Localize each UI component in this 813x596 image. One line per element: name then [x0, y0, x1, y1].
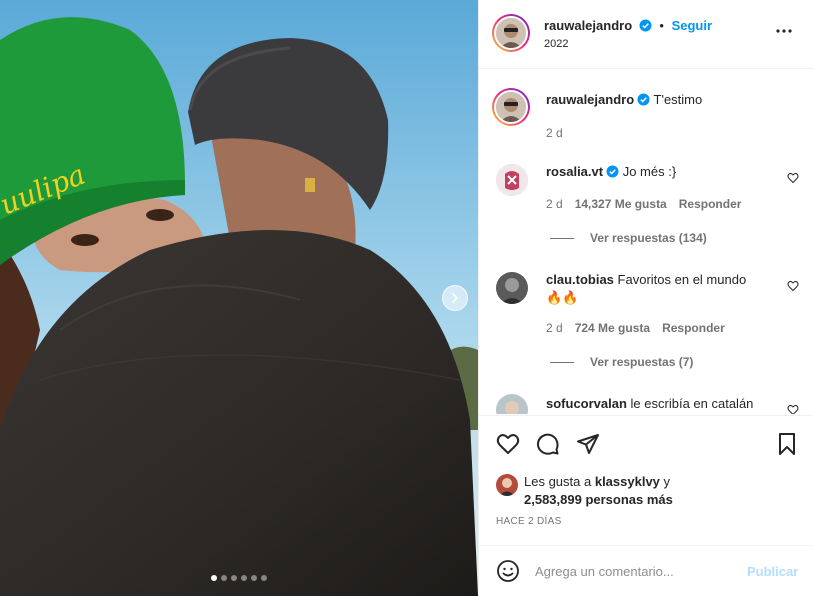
paper-plane-icon — [577, 434, 599, 454]
carousel-dot — [211, 575, 217, 581]
reply-button[interactable]: Responder — [679, 197, 742, 211]
comment-bubble-icon — [536, 433, 559, 455]
caption-author-username[interactable]: rauwalejandro — [546, 92, 634, 107]
view-replies-button[interactable]: Ver respuestas (134) — [550, 231, 707, 245]
commenter-username[interactable]: rosalia.vt — [546, 164, 603, 179]
author-avatar-image — [496, 18, 526, 48]
post-photo: uulipa — [0, 0, 478, 596]
comment-text: Jo més :} — [622, 164, 677, 179]
likes-count[interactable]: 2,583,899 personas más — [524, 492, 673, 507]
post-details-panel: rauwalejandro • Seguir 2022 rauwalejandr… — [478, 0, 813, 596]
liker-avatar-image — [496, 474, 518, 496]
comment-likes[interactable]: 14,327 Me gusta — [575, 197, 667, 211]
comment-item: rosalia.vt Jo més :} 2 d 14,327 Me gusta… — [496, 162, 806, 252]
author-username[interactable]: rauwalejandro — [544, 18, 632, 33]
commenter-avatar-image — [496, 394, 528, 414]
bookmark-icon — [779, 433, 795, 455]
carousel-indicator — [211, 575, 267, 581]
commenter-avatar[interactable] — [496, 394, 528, 414]
comment-time[interactable]: 2 d — [546, 197, 563, 211]
post-header: rauwalejandro • Seguir 2022 — [479, 0, 813, 69]
comment-text: le escribía en catalán — [630, 396, 754, 411]
emoji-smile-icon — [497, 560, 519, 582]
more-options-button[interactable] — [775, 22, 793, 43]
replies-divider — [550, 361, 574, 363]
likes-connector: y — [663, 474, 671, 489]
reply-button[interactable]: Responder — [662, 321, 725, 335]
view-replies-label: Ver respuestas (7) — [590, 355, 694, 369]
likes-summary: Les gusta a klassyklvy y 2,583,899 perso… — [524, 473, 673, 509]
caption-time[interactable]: 2 d — [546, 126, 563, 140]
commenter-avatar[interactable] — [496, 164, 528, 196]
emoji-button[interactable] — [496, 559, 520, 586]
caption-avatar-image — [496, 92, 526, 122]
post-timestamp[interactable]: HACE 2 DÍAS — [496, 516, 562, 527]
caption: rauwalejandro T'estimo 2 d — [492, 88, 806, 148]
comment-input[interactable] — [535, 560, 735, 582]
comment-like-button[interactable] — [787, 404, 799, 414]
commenter-avatar-image — [496, 272, 528, 304]
commenter-username[interactable]: clau.tobias — [546, 272, 614, 287]
commenter-avatar-image — [496, 164, 528, 196]
chevron-right-icon — [452, 293, 459, 303]
view-replies-button[interactable]: Ver respuestas (7) — [550, 355, 693, 369]
replies-divider — [550, 237, 574, 239]
carousel-dot — [241, 575, 247, 581]
publish-button[interactable]: Publicar — [747, 564, 798, 579]
comment-item: sofucorvalan le escribía en catalán — [496, 394, 806, 414]
verified-badge-icon — [606, 165, 619, 183]
post-location[interactable]: 2022 — [544, 38, 568, 50]
carousel-dot — [231, 575, 237, 581]
carousel-next-button[interactable] — [442, 285, 468, 311]
verified-badge-icon — [639, 19, 652, 35]
like-button[interactable] — [496, 432, 520, 459]
liker-username[interactable]: klassyklvy — [595, 474, 660, 489]
verified-badge-icon — [637, 93, 650, 111]
carousel-dot — [251, 575, 257, 581]
caption-author-avatar[interactable] — [492, 88, 530, 126]
commenter-username[interactable]: sofucorvalan — [546, 396, 627, 411]
heart-icon — [787, 404, 799, 414]
commenter-avatar[interactable] — [496, 272, 528, 304]
liker-avatar[interactable] — [496, 474, 518, 496]
comment-like-button[interactable] — [787, 172, 799, 187]
author-avatar[interactable] — [492, 14, 530, 52]
heart-icon — [496, 434, 520, 454]
carousel-dot — [221, 575, 227, 581]
follow-button[interactable]: Seguir — [672, 18, 712, 33]
comment-likes[interactable]: 724 Me gusta — [575, 321, 650, 335]
likes-prefix: Les gusta a — [524, 474, 592, 489]
share-button[interactable] — [576, 432, 600, 459]
carousel-dot — [261, 575, 267, 581]
more-horizontal-icon — [776, 29, 792, 33]
comment-composer: Publicar — [479, 545, 813, 596]
save-button[interactable] — [775, 432, 799, 459]
caption-text: T'estimo — [653, 92, 703, 107]
heart-icon — [787, 172, 799, 184]
comment-like-button[interactable] — [787, 280, 799, 295]
comments-list[interactable]: rauwalejandro T'estimo 2 d rosalia.vt Jo… — [479, 70, 813, 414]
comment-emoji: 🔥🔥 — [546, 290, 579, 305]
heart-icon — [787, 280, 799, 292]
photo-scene: uulipa — [0, 0, 478, 596]
comment-text: Favoritos en el mundo — [617, 272, 747, 287]
comment-item: clau.tobias Favoritos en el mundo 🔥🔥 2 d… — [496, 270, 806, 380]
view-replies-label: Ver respuestas (134) — [590, 231, 707, 245]
separator-dot: • — [659, 18, 664, 33]
comment-button[interactable] — [536, 432, 560, 459]
post-actions: Les gusta a klassyklvy y 2,583,899 perso… — [479, 415, 813, 545]
comment-time[interactable]: 2 d — [546, 321, 563, 335]
